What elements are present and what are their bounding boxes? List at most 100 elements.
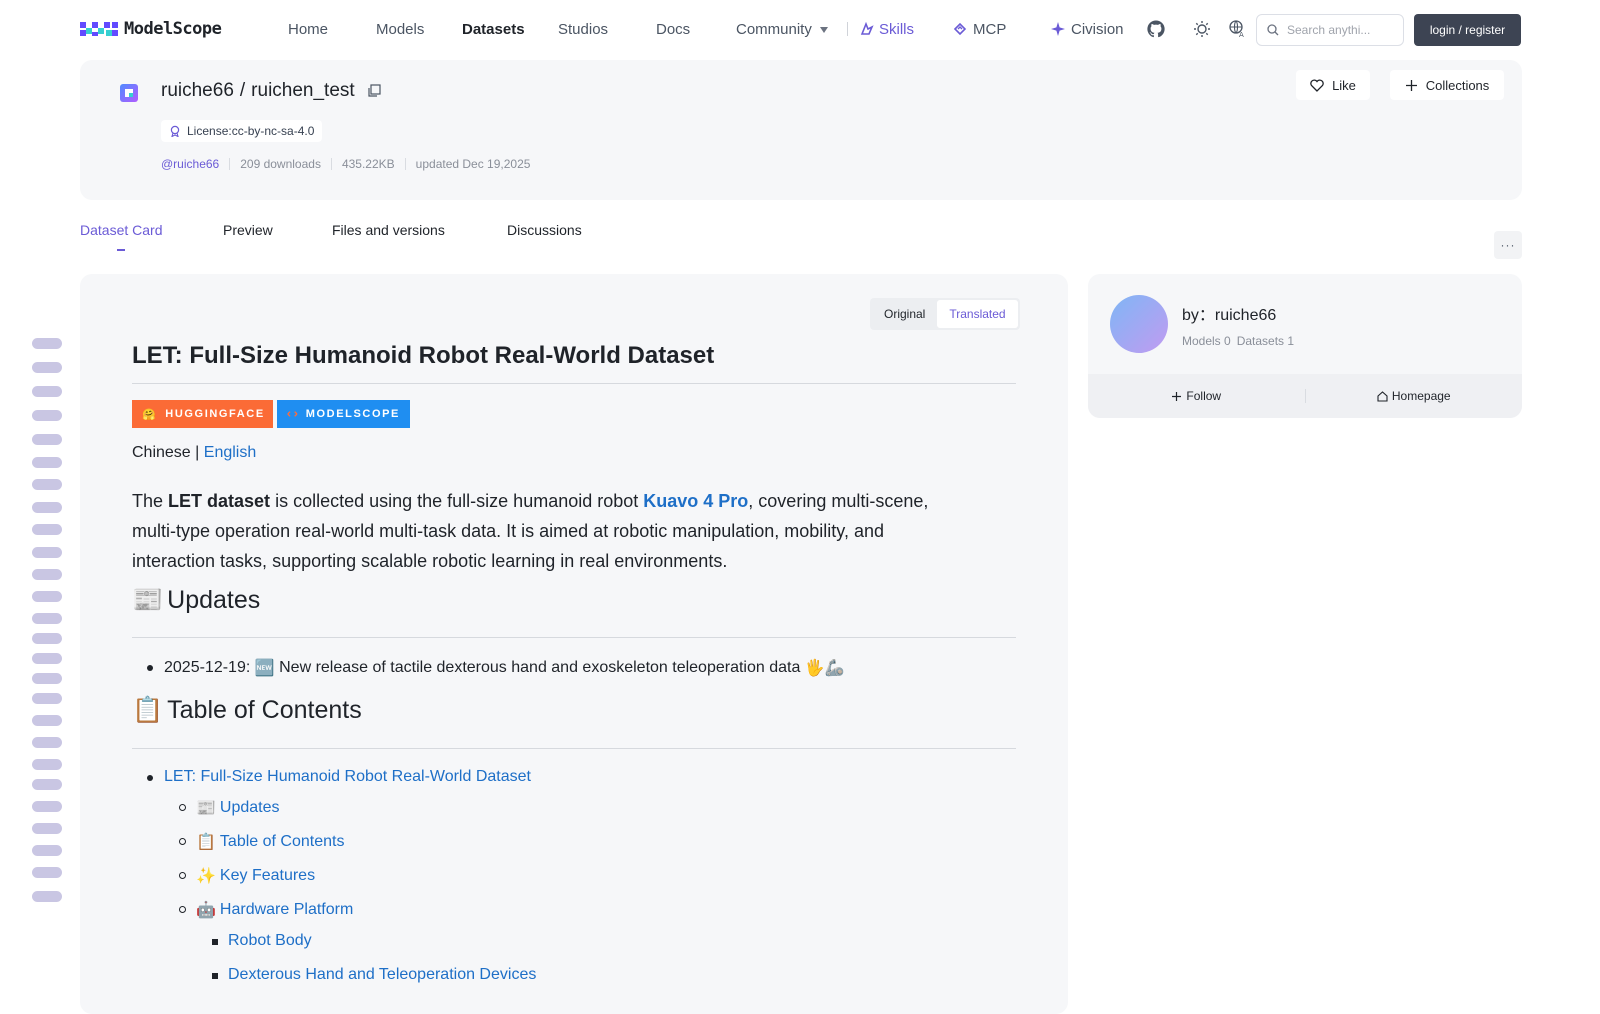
outline-item[interactable]: [32, 673, 62, 684]
theme-toggle-icon[interactable]: [1192, 19, 1212, 39]
outline-item[interactable]: [32, 613, 62, 624]
toc-link-dexterous-hand[interactable]: Dexterous Hand and Teleoperation Devices: [228, 966, 536, 984]
language-icon[interactable]: A: [1228, 19, 1248, 39]
outline-item[interactable]: [32, 502, 62, 513]
outline-item[interactable]: [32, 569, 62, 580]
license-tag[interactable]: License:cc-by-nc-sa-4.0: [161, 120, 323, 142]
modelscope-badge[interactable]: MODELSCOPE: [277, 400, 410, 428]
meta-user-link[interactable]: @ruiche66: [161, 157, 219, 171]
intro-bold: LET dataset: [168, 491, 271, 511]
outline-item[interactable]: [32, 434, 62, 445]
dataset-card-content: Original Translated LET: Full-Size Human…: [80, 274, 1068, 1014]
outline-item[interactable]: [32, 823, 62, 834]
outline-item[interactable]: [32, 891, 62, 902]
follow-button[interactable]: Follow: [1088, 389, 1305, 403]
clipboard-icon: 📋: [132, 696, 164, 724]
meta-downloads: 209 downloads: [240, 157, 321, 171]
nav-mcp[interactable]: MCP: [952, 21, 1006, 38]
bullet: [212, 973, 218, 979]
tab-files-and-versions[interactable]: Files and versions: [332, 222, 445, 238]
toggle-translated[interactable]: Translated: [937, 300, 1018, 328]
login-register-button[interactable]: login / register: [1414, 14, 1521, 46]
bullet: [179, 906, 186, 913]
outline-item[interactable]: [32, 693, 62, 704]
translation-toggle[interactable]: Original Translated: [870, 298, 1020, 330]
outline-item[interactable]: [32, 737, 62, 748]
dataset-owner[interactable]: ruiche66: [161, 80, 234, 102]
nav-divider: [847, 22, 848, 36]
outline-item[interactable]: [32, 410, 62, 421]
outline-item[interactable]: [32, 715, 62, 726]
dataset-name: ruichen_test: [251, 80, 355, 101]
author-models-count: Models 0: [1182, 334, 1231, 348]
nav-datasets[interactable]: Datasets: [462, 21, 525, 38]
meta-divider: [229, 158, 231, 170]
toc-link-robot-body[interactable]: Robot Body: [228, 932, 312, 950]
toc-link-hardware-platform[interactable]: Hardware Platform: [220, 901, 353, 919]
follow-label: Follow: [1186, 389, 1222, 403]
toggle-original[interactable]: Original: [872, 300, 937, 328]
toc-link-table-of-contents[interactable]: Table of Contents: [220, 833, 345, 851]
nav-civision[interactable]: Civision: [1050, 21, 1124, 38]
home-icon: [1377, 390, 1388, 402]
outline-item[interactable]: [32, 457, 62, 468]
outline-item[interactable]: [32, 338, 62, 349]
bullet: [147, 775, 153, 781]
huggingface-badge[interactable]: 🤗 HUGGINGFACE: [132, 400, 273, 428]
update-date: 2025-12-19:: [164, 659, 251, 676]
newspaper-icon: 📰: [132, 586, 164, 614]
tab-preview[interactable]: Preview: [223, 222, 273, 238]
lang-english-link[interactable]: English: [204, 444, 256, 461]
outline-item[interactable]: [32, 362, 62, 373]
plus-icon: [1172, 391, 1182, 401]
outline-item[interactable]: [32, 759, 62, 770]
intro-paragraph: The LET dataset is collected using the f…: [132, 486, 932, 576]
nav-skills[interactable]: Skills: [860, 21, 914, 38]
outline-item[interactable]: [32, 386, 62, 397]
updates-heading-text: Updates: [167, 586, 261, 614]
search-input[interactable]: [1287, 23, 1387, 37]
outline-item[interactable]: [32, 779, 62, 790]
nav-home[interactable]: Home: [288, 21, 328, 38]
nav-skills-label: Skills: [879, 20, 915, 38]
author-name[interactable]: by：ruiche66: [1182, 301, 1276, 325]
modelscope-logo[interactable]: ModelScope: [80, 18, 222, 40]
search-box[interactable]: [1256, 14, 1404, 46]
outline-item[interactable]: [32, 867, 62, 878]
nav-civision-label: Civision: [1071, 20, 1124, 38]
tab-dataset-card[interactable]: Dataset Card: [80, 222, 162, 251]
toc-link-title[interactable]: LET: Full-Size Humanoid Robot Real-World…: [164, 768, 531, 786]
collections-button[interactable]: Collections: [1390, 70, 1504, 100]
outline-item[interactable]: [32, 801, 62, 812]
github-icon[interactable]: [1146, 19, 1166, 39]
outline-item[interactable]: [32, 524, 62, 535]
copy-icon[interactable]: [367, 84, 381, 98]
like-button[interactable]: Like: [1296, 70, 1370, 100]
tab-discussions[interactable]: Discussions: [507, 222, 582, 238]
outline-item[interactable]: [32, 547, 62, 558]
kuavo-link[interactable]: Kuavo 4 Pro: [643, 491, 748, 511]
nav-studios[interactable]: Studios: [558, 21, 608, 38]
bullet: [179, 838, 186, 845]
nav-docs[interactable]: Docs: [656, 21, 690, 38]
toc-link-key-features[interactable]: Key Features: [220, 867, 315, 885]
nav-models[interactable]: Models: [376, 21, 424, 38]
search-icon: [1267, 24, 1279, 36]
nav-community[interactable]: Community: [736, 21, 828, 38]
toc-link-updates[interactable]: Updates: [220, 799, 280, 817]
avatar[interactable]: [1110, 295, 1168, 353]
author-actions: Follow Homepage: [1088, 374, 1522, 418]
title-separator: /: [239, 80, 246, 101]
outline-item[interactable]: [32, 653, 62, 664]
outline-item[interactable]: [32, 591, 62, 602]
more-options-button[interactable]: ···: [1494, 231, 1522, 259]
update-item: 2025-12-19: 🆕 New release of tactile dex…: [147, 658, 845, 678]
toc-item: 📋 Table of Contents: [179, 832, 345, 852]
outline-item[interactable]: [32, 633, 62, 644]
license-icon: [170, 125, 180, 137]
intro-text-1: The: [132, 491, 169, 511]
outline-item[interactable]: [32, 479, 62, 490]
outline-item[interactable]: [32, 845, 62, 856]
homepage-button[interactable]: Homepage: [1306, 389, 1523, 403]
toc-item: ✨ Key Features: [179, 866, 315, 886]
